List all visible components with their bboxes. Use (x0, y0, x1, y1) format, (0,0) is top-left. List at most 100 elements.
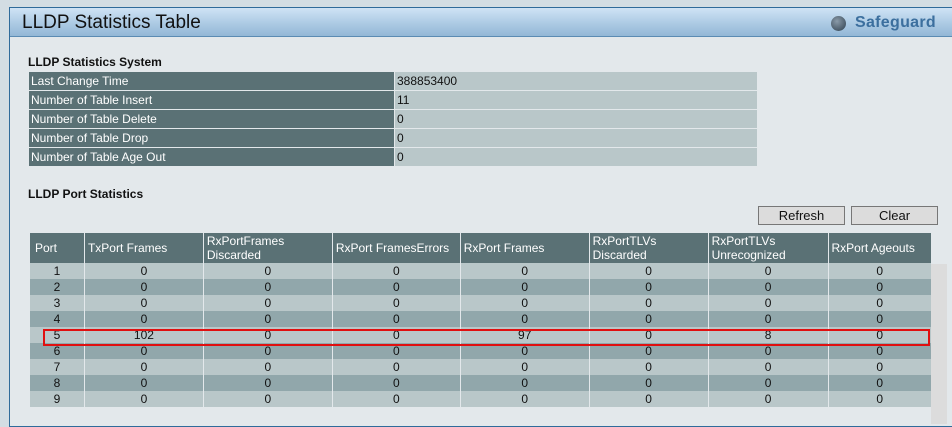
port-cell: 0 (588, 311, 709, 327)
system-row-value: 0 (394, 109, 758, 129)
port-cell: 0 (459, 359, 590, 375)
port-cell: 0 (827, 359, 931, 375)
port-cell: 0 (827, 295, 931, 311)
system-row: Number of Table Drop 0 (28, 128, 758, 148)
system-row-value: 0 (394, 128, 758, 148)
port-cell: 0 (827, 391, 931, 407)
port-cell: 0 (459, 375, 590, 391)
port-cell: 0 (202, 263, 333, 279)
port-cell: 3 (29, 295, 85, 311)
system-row-label: Number of Table Delete (28, 109, 395, 129)
port-cell: 0 (459, 279, 590, 295)
column-header: TxPort Frames (83, 233, 204, 263)
port-stats-table: Port TxPort Frames RxPortFrames Discarded R… (29, 233, 931, 407)
port-cell: 0 (707, 375, 829, 391)
port-row: 80000000 (29, 375, 931, 391)
column-header: RxPortTLVs Discarded (588, 233, 709, 263)
port-cell: 2 (29, 279, 85, 295)
port-cell: 7 (29, 359, 85, 375)
clear-button[interactable]: Clear (851, 206, 938, 225)
highlighted-row-outline (43, 329, 930, 346)
system-row: Number of Table Delete 0 (28, 109, 758, 129)
port-cell: 0 (83, 391, 204, 407)
port-row: 30000000 (29, 295, 931, 311)
system-row-label: Number of Table Insert (28, 90, 395, 110)
port-cell: 0 (202, 311, 333, 327)
system-row: Last Change Time 388853400 (28, 71, 758, 91)
port-cell: 4 (29, 311, 85, 327)
refresh-button[interactable]: Refresh (758, 206, 845, 225)
port-cell: 0 (331, 263, 461, 279)
system-row-label: Last Change Time (28, 71, 395, 91)
port-cell: 9 (29, 391, 85, 407)
lldp-statistics-panel: LLDP Statistics Table Safeguard LLDP Sta… (9, 7, 952, 427)
header-bar: LLDP Statistics Table Safeguard (10, 8, 952, 37)
column-header: RxPort FramesErrors (331, 233, 461, 263)
port-cell: 0 (827, 263, 931, 279)
table-scrollbar[interactable] (931, 264, 947, 424)
port-cell: 0 (202, 391, 333, 407)
column-header: RxPort Frames (459, 233, 590, 263)
port-cell: 0 (202, 279, 333, 295)
column-header: Port (29, 233, 85, 263)
port-cell: 0 (202, 295, 333, 311)
port-cell: 0 (827, 311, 931, 327)
port-cell: 0 (202, 375, 333, 391)
page-title: LLDP Statistics Table (22, 12, 201, 33)
port-cell: 0 (331, 359, 461, 375)
port-cell: 0 (588, 279, 709, 295)
port-row: 10000000 (29, 263, 931, 279)
port-row: 70000000 (29, 359, 931, 375)
system-row-value: 388853400 (394, 71, 758, 91)
column-header: RxPort Ageouts (827, 233, 931, 263)
port-cell: 0 (83, 359, 204, 375)
safeguard-orb-icon (831, 15, 846, 31)
system-stats-table: Last Change Time 388853400 Number of Table… (28, 71, 758, 167)
port-cell: 0 (588, 263, 709, 279)
port-cell: 0 (827, 279, 931, 295)
port-cell: 0 (459, 391, 590, 407)
system-row-value: 11 (394, 90, 758, 110)
port-cell: 0 (331, 295, 461, 311)
system-row-label: Number of Table Drop (28, 128, 395, 148)
port-cell: 1 (29, 263, 85, 279)
port-cell: 0 (331, 311, 461, 327)
port-cell: 0 (707, 311, 829, 327)
safeguard-logo: Safeguard (831, 14, 936, 32)
port-cell: 0 (588, 295, 709, 311)
system-row: Number of Table Insert 11 (28, 90, 758, 110)
port-cell: 0 (459, 263, 590, 279)
port-cell: 0 (83, 263, 204, 279)
port-cell: 0 (83, 279, 204, 295)
port-cell: 0 (83, 311, 204, 327)
port-cell: 0 (331, 375, 461, 391)
port-cell: 0 (459, 311, 590, 327)
port-cell: 0 (202, 359, 333, 375)
port-cell: 8 (29, 375, 85, 391)
port-cell: 0 (707, 279, 829, 295)
port-cell: 0 (331, 391, 461, 407)
system-row: Number of Table Age Out 0 (28, 147, 758, 167)
port-cell: 0 (588, 391, 709, 407)
port-cell: 0 (588, 359, 709, 375)
port-cell: 0 (331, 279, 461, 295)
port-cell: 0 (707, 391, 829, 407)
port-cell: 0 (707, 263, 829, 279)
port-cell: 0 (827, 375, 931, 391)
port-cell: 0 (83, 375, 204, 391)
port-cell: 0 (459, 295, 590, 311)
column-header: RxPortFrames Discarded (202, 233, 333, 263)
port-row: 90000000 (29, 391, 931, 407)
system-section-title: LLDP Statistics System (28, 55, 162, 69)
port-cell: 0 (707, 295, 829, 311)
port-cell: 0 (588, 375, 709, 391)
column-header: RxPortTLVs Unrecognized (707, 233, 829, 263)
system-row-label: Number of Table Age Out (28, 147, 395, 167)
system-row-value: 0 (394, 147, 758, 167)
port-section-title: LLDP Port Statistics (28, 187, 144, 201)
port-cell: 0 (707, 359, 829, 375)
port-row: 20000000 (29, 279, 931, 295)
port-row: 40000000 (29, 311, 931, 327)
safeguard-label: Safeguard (855, 14, 936, 31)
port-cell: 0 (83, 295, 204, 311)
